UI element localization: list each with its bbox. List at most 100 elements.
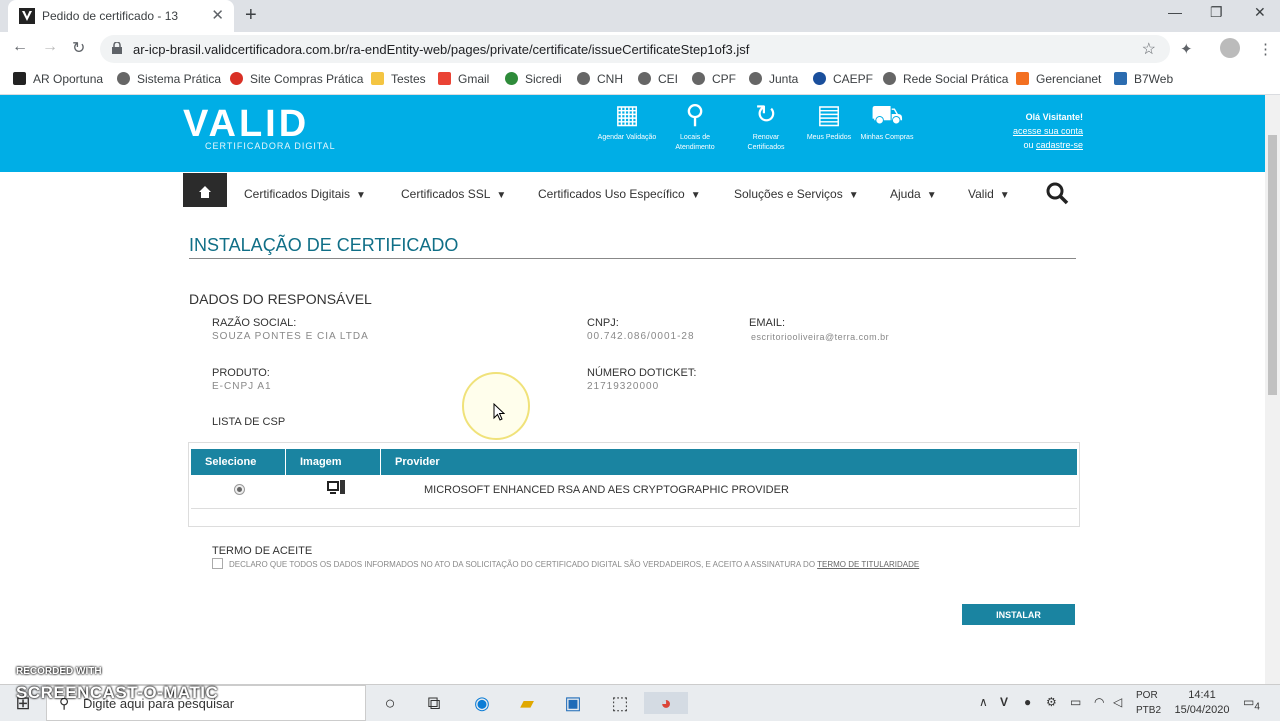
my-purchases-link[interactable]: ⛟ Minhas Compras — [857, 99, 917, 143]
email-value: escritoriooliveira@terra.com.br — [751, 332, 890, 342]
csp-provider-name: MICROSOFT ENHANCED RSA AND AES CRYPTOGRA… — [424, 484, 789, 496]
maximize-icon[interactable]: ❐ — [1210, 4, 1223, 21]
my-orders-link[interactable]: ▤ Meus Pedidos — [799, 99, 859, 143]
bookmark-item[interactable]: Gmail — [438, 72, 489, 86]
tray-mic-icon[interactable]: ● — [1024, 695, 1031, 709]
login-link[interactable]: acesse sua conta — [1013, 126, 1083, 136]
input-language[interactable]: POR PTB2 — [1136, 688, 1161, 718]
row-divider — [191, 508, 1077, 509]
service-locations-link[interactable]: ⚲ Locais de Atendimento — [665, 99, 725, 153]
col-divider — [285, 449, 286, 475]
search-icon[interactable] — [1045, 181, 1069, 205]
new-tab-icon[interactable]: + — [245, 4, 257, 27]
bookmark-item[interactable]: CAEPF — [813, 72, 873, 86]
tray-wifi-icon[interactable]: ◠ — [1094, 695, 1104, 709]
terms-link[interactable]: TERMO DE TITULARIDADE — [817, 560, 919, 569]
browser-tab[interactable]: Pedido de certificado - 13 ✕ — [8, 0, 234, 32]
app-icon[interactable]: ▣ — [562, 692, 584, 714]
notification-icon[interactable]: ▭4 — [1243, 695, 1260, 712]
home-icon — [199, 186, 211, 198]
gmail-icon — [438, 72, 451, 85]
globe-icon — [577, 72, 590, 85]
bookmark-item[interactable]: Rede Social Prática — [883, 72, 1008, 86]
window-close-icon[interactable]: ✕ — [1254, 4, 1266, 21]
back-icon[interactable]: ← — [12, 38, 28, 56]
terms-checkbox[interactable] — [212, 558, 223, 569]
csp-table-header: Selecione Imagem Provider — [191, 449, 1077, 475]
page-scrollbar[interactable] — [1265, 95, 1280, 685]
produto-value: E-CNPJ A1 — [212, 381, 272, 392]
renew-certificates-link[interactable]: ↻ Renovar Certificados — [736, 99, 796, 153]
minimize-icon[interactable]: — — [1168, 4, 1182, 20]
schedule-validation-link[interactable]: ▦ Agendar Validação — [597, 99, 657, 143]
bookmark-item[interactable]: Junta — [749, 72, 798, 86]
main-nav: Certificados Digitais ▼ Certificados SSL ▼… — [0, 172, 1265, 214]
profile-avatar[interactable] — [1220, 38, 1240, 58]
forward-icon[interactable]: → — [42, 38, 58, 56]
tray-battery-icon[interactable]: ▭ — [1070, 695, 1081, 709]
bookmark-item[interactable]: Site Compras Prática — [230, 72, 363, 86]
bookmark-item[interactable]: B7Web — [1114, 72, 1173, 86]
snipping-tool-icon[interactable]: ⬚ — [609, 692, 631, 714]
caret-down-icon: ▼ — [999, 190, 1010, 201]
globe-icon — [638, 72, 651, 85]
calendar-icon: ▦ — [614, 99, 640, 129]
bookmark-star-icon[interactable]: ☆ — [1142, 39, 1156, 59]
globe-icon — [749, 72, 762, 85]
taskbar-clock[interactable]: 14:41 15/04/2020 — [1172, 688, 1232, 718]
register-link[interactable]: cadastre-se — [1036, 140, 1083, 150]
home-button[interactable] — [183, 173, 227, 207]
terms-text: DECLARO QUE TODOS OS DADOS INFORMADOS NO… — [229, 560, 920, 569]
or-text: ou — [1023, 140, 1034, 150]
page-title: INSTALAÇÃO DE CERTIFICADO — [189, 235, 459, 255]
bookmark-item[interactable]: CNH — [577, 72, 623, 86]
bookmark-item[interactable]: Testes — [371, 72, 426, 86]
valid-logo[interactable]: VALID — [183, 103, 309, 146]
terms-label: TERMO DE ACEITE — [212, 545, 313, 557]
file-explorer-icon[interactable]: ▰ — [516, 692, 538, 714]
browser-tab-bar: Pedido de certificado - 13 ✕ + — ❐ ✕ — [0, 0, 1280, 32]
bookmark-item[interactable]: CEI — [638, 72, 678, 86]
cnpj-value: 00.742.086/0001-28 — [587, 331, 695, 342]
clipboard-icon: ▤ — [816, 99, 842, 129]
csp-radio[interactable] — [234, 484, 245, 495]
tray-valid-icon[interactable]: V — [1000, 695, 1008, 709]
tab-close-icon[interactable]: ✕ — [211, 6, 224, 24]
folder-icon — [371, 72, 384, 85]
bookmark-item[interactable]: Gerencianet — [1016, 72, 1101, 86]
bookmark-item[interactable]: CPF — [692, 72, 736, 86]
caret-down-icon: ▼ — [496, 190, 507, 201]
nav-help[interactable]: Ajuda ▼ — [890, 187, 937, 201]
nav-valid[interactable]: Valid ▼ — [968, 187, 1010, 201]
bookmark-icon — [813, 72, 826, 85]
valid-favicon-icon — [19, 8, 35, 24]
mouse-cursor-icon — [493, 403, 505, 421]
razao-social-label: RAZÃO SOCIAL: — [212, 317, 297, 329]
tray-chevron-icon[interactable]: ∧ — [979, 695, 988, 709]
caret-down-icon: ▼ — [356, 190, 366, 201]
nav-digital-certificates[interactable]: Certificados Digitais ▼ — [244, 187, 366, 201]
reload-icon[interactable]: ↻ — [72, 38, 85, 58]
cortana-icon[interactable]: ○ — [379, 692, 401, 714]
bookmark-item[interactable]: AR Oportuna — [13, 72, 103, 86]
lock-icon — [112, 42, 122, 54]
bookmark-item[interactable]: Sistema Prática — [117, 72, 221, 86]
nav-specific-certificates[interactable]: Certificados Uso Específico ▼ — [538, 187, 701, 201]
scrollbar-thumb[interactable] — [1268, 135, 1277, 395]
tray-volume-icon[interactable]: ◁ — [1113, 695, 1122, 709]
watermark-line2: SCREENCAST-O-MATIC — [16, 683, 219, 702]
extension-icon[interactable]: ✦ — [1180, 40, 1193, 58]
nav-ssl-certificates[interactable]: Certificados SSL ▼ — [401, 187, 506, 201]
csp-table: Selecione Imagem Provider MICROSOFT ENHA… — [188, 442, 1080, 527]
nav-solutions[interactable]: Soluções e Serviços ▼ — [734, 187, 859, 201]
tray-app-icon[interactable]: ⚙ — [1046, 695, 1057, 709]
title-divider — [189, 258, 1076, 259]
install-button[interactable]: INSTALAR — [962, 604, 1075, 625]
chrome-icon[interactable]: ◕ — [644, 692, 688, 714]
edge-icon[interactable]: ◉ — [471, 692, 493, 714]
address-bar[interactable]: ar-icp-brasil.validcertificadora.com.br/… — [100, 35, 1170, 63]
email-label: EMAIL: — [749, 317, 786, 329]
bookmark-item[interactable]: Sicredi — [505, 72, 562, 86]
task-view-icon[interactable]: ⧉ — [423, 692, 445, 714]
menu-icon[interactable]: ⋮ — [1258, 40, 1273, 58]
